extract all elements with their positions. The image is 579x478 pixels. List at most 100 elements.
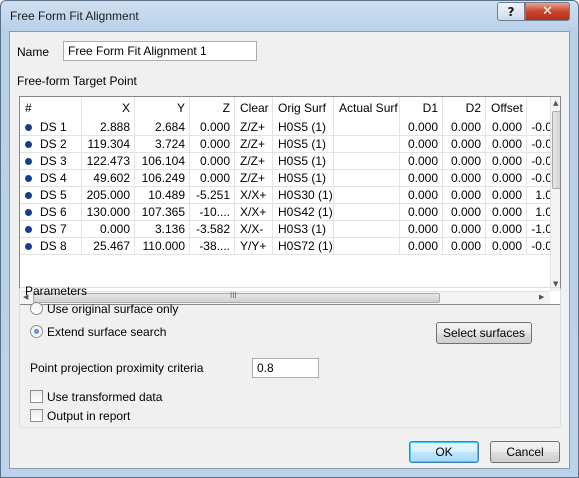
cell-x[interactable]: 130.000 (82, 204, 135, 221)
cell-index[interactable]: DS 1 (20, 119, 82, 136)
cell-x[interactable]: 119.304 (82, 136, 135, 153)
use-transformed-checkbox[interactable] (30, 390, 43, 403)
table-row[interactable]: DS 8 25.467 110.000 -38.... Y/Y+ H0S72 (1) 0.0… (20, 238, 557, 255)
select-surfaces-button[interactable]: Select surfaces (436, 322, 532, 344)
ok-button[interactable]: OK (409, 441, 479, 463)
cell-d2[interactable]: 0.000 (443, 170, 486, 187)
title-bar[interactable]: Free Form Fit Alignment ? ✕ (1, 1, 578, 31)
vertical-scroll-thumb[interactable] (552, 111, 560, 189)
cell-z[interactable]: 0.000 (190, 153, 235, 170)
cell-d1[interactable]: 0.000 (400, 136, 443, 153)
cell-actual-surf[interactable] (334, 221, 400, 238)
cell-x[interactable]: 205.000 (82, 187, 135, 204)
cell-orig-surf[interactable]: H0S5 (1) (273, 170, 334, 187)
cell-index[interactable]: DS 5 (20, 187, 82, 204)
cell-clear[interactable]: X/X+ (235, 204, 273, 221)
col-header-clear[interactable]: Clear (235, 97, 273, 119)
cell-clear[interactable]: Z/Z+ (235, 170, 273, 187)
cell-actual-surf[interactable] (334, 187, 400, 204)
cell-y[interactable]: 3.136 (135, 221, 190, 238)
col-header-y[interactable]: Y (135, 97, 190, 119)
extend-surface-label[interactable]: Extend surface search (47, 325, 166, 339)
cell-z[interactable]: -38.... (190, 238, 235, 255)
cell-d2[interactable]: 0.000 (443, 136, 486, 153)
target-point-grid[interactable]: # X Y Z Clear Orig Surf Actual Surf D1 D… (19, 96, 561, 305)
cell-d2[interactable]: 0.000 (443, 153, 486, 170)
cell-x[interactable]: 2.888 (82, 119, 135, 136)
cell-orig-surf[interactable]: H0S5 (1) (273, 136, 334, 153)
name-input[interactable]: Free Form Fit Alignment 1 (63, 41, 257, 61)
use-original-label[interactable]: Use original surface only (47, 302, 178, 316)
table-row[interactable]: DS 4 49.602 106.249 0.000 Z/Z+ H0S5 (1) 0.000 0… (20, 170, 557, 187)
close-button[interactable]: ✕ (525, 2, 570, 21)
cell-offset[interactable]: 0.000 (486, 153, 527, 170)
cell-d2[interactable]: 0.000 (443, 238, 486, 255)
cell-offset[interactable]: 0.000 (486, 119, 527, 136)
cell-x[interactable]: 122.473 (82, 153, 135, 170)
cell-actual-surf[interactable] (334, 238, 400, 255)
col-header-x[interactable]: X (82, 97, 135, 119)
cell-orig-surf[interactable]: H0S3 (1) (273, 221, 334, 238)
cell-y[interactable]: 10.489 (135, 187, 190, 204)
cell-clear[interactable]: Z/Z+ (235, 136, 273, 153)
cell-d2[interactable]: 0.000 (443, 119, 486, 136)
cell-clear[interactable]: X/X+ (235, 187, 273, 204)
cell-clear[interactable]: Y/Y+ (235, 238, 273, 255)
col-header-z[interactable]: Z (190, 97, 235, 119)
cell-z[interactable]: -10.... (190, 204, 235, 221)
cell-y[interactable]: 107.365 (135, 204, 190, 221)
cell-orig-surf[interactable]: H0S5 (1) (273, 153, 334, 170)
cell-x[interactable]: 49.602 (82, 170, 135, 187)
cell-offset[interactable]: 0.000 (486, 187, 527, 204)
cell-actual-surf[interactable] (334, 153, 400, 170)
table-row[interactable]: DS 2 119.304 3.724 0.000 Z/Z+ H0S5 (1) 0.000 0.… (20, 136, 557, 153)
cell-d1[interactable]: 0.000 (400, 153, 443, 170)
help-button[interactable]: ? (497, 2, 525, 21)
cell-z[interactable]: 0.000 (190, 119, 235, 136)
extend-surface-radio[interactable] (30, 325, 43, 338)
cell-index[interactable]: DS 4 (20, 170, 82, 187)
cell-offset[interactable]: 0.000 (486, 221, 527, 238)
cell-d2[interactable]: 0.000 (443, 204, 486, 221)
cell-d2[interactable]: 0.000 (443, 187, 486, 204)
cell-d1[interactable]: 0.000 (400, 204, 443, 221)
vertical-scrollbar[interactable]: ▲ ▼ (550, 97, 560, 291)
cell-index[interactable]: DS 7 (20, 221, 82, 238)
col-header-d2[interactable]: D2 (443, 97, 486, 119)
col-header-index[interactable]: # (20, 97, 82, 119)
cell-actual-surf[interactable] (334, 119, 400, 136)
cell-y[interactable]: 2.684 (135, 119, 190, 136)
cell-orig-surf[interactable]: H0S72 (1) (273, 238, 334, 255)
cell-x[interactable]: 0.000 (82, 221, 135, 238)
cell-orig-surf[interactable]: H0S5 (1) (273, 119, 334, 136)
table-row[interactable]: DS 6 130.000 107.365 -10.... X/X+ H0S42 (1) 0.… (20, 204, 557, 221)
cell-orig-surf[interactable]: H0S30 (1) (273, 187, 334, 204)
col-header-actual-surf[interactable]: Actual Surf (334, 97, 400, 119)
cell-offset[interactable]: 0.000 (486, 238, 527, 255)
col-header-orig-surf[interactable]: Orig Surf (273, 97, 334, 119)
cell-clear[interactable]: X/X- (235, 221, 273, 238)
cell-d1[interactable]: 0.000 (400, 221, 443, 238)
cell-x[interactable]: 25.467 (82, 238, 135, 255)
cell-d1[interactable]: 0.000 (400, 238, 443, 255)
cell-y[interactable]: 3.724 (135, 136, 190, 153)
cell-z[interactable]: -5.251 (190, 187, 235, 204)
cell-index[interactable]: DS 2 (20, 136, 82, 153)
cell-y[interactable]: 106.104 (135, 153, 190, 170)
scroll-up-icon[interactable]: ▲ (553, 99, 558, 107)
cell-actual-surf[interactable] (334, 170, 400, 187)
use-transformed-label[interactable]: Use transformed data (47, 390, 162, 404)
cell-d1[interactable]: 0.000 (400, 119, 443, 136)
cell-offset[interactable]: 0.000 (486, 136, 527, 153)
table-row[interactable]: DS 5 205.000 10.489 -5.251 X/X+ H0S30 (1) 0.00… (20, 187, 557, 204)
cell-orig-surf[interactable]: H0S42 (1) (273, 204, 334, 221)
cancel-button[interactable]: Cancel (490, 441, 560, 463)
cell-d1[interactable]: 0.000 (400, 187, 443, 204)
cell-z[interactable]: 0.000 (190, 170, 235, 187)
cell-actual-surf[interactable] (334, 204, 400, 221)
cell-index[interactable]: DS 6 (20, 204, 82, 221)
output-report-label[interactable]: Output in report (47, 409, 130, 423)
table-row[interactable]: DS 7 0.000 3.136 -3.582 X/X- H0S3 (1) 0.000 0.0… (20, 221, 557, 238)
cell-clear[interactable]: Z/Z+ (235, 119, 273, 136)
cell-index[interactable]: DS 3 (20, 153, 82, 170)
